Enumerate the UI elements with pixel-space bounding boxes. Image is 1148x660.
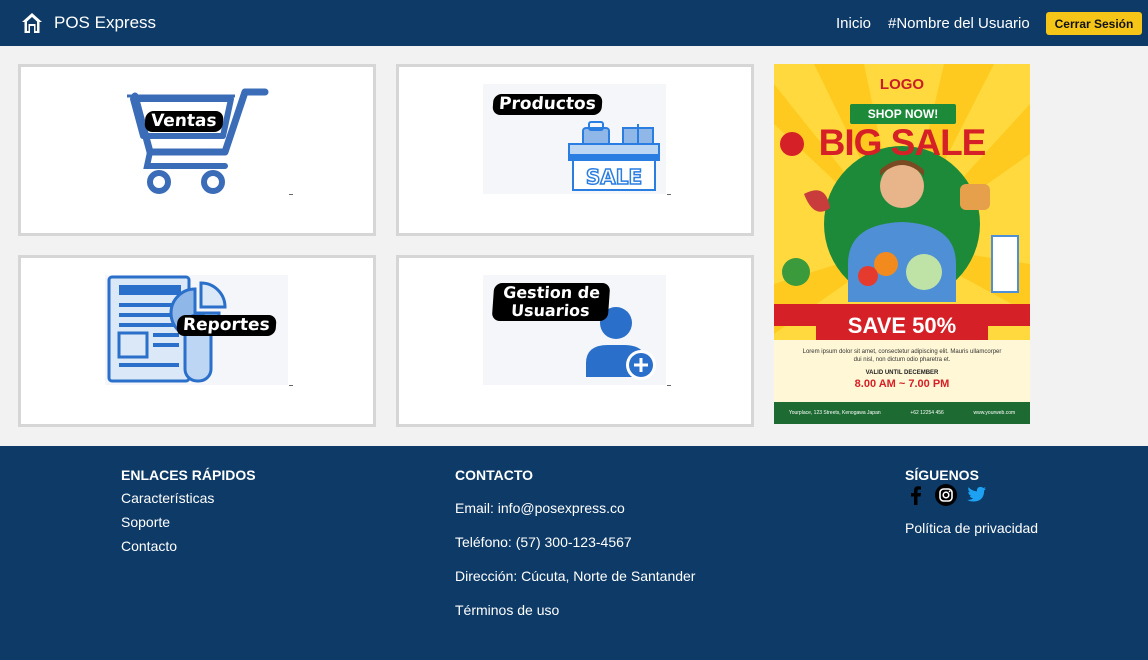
sale-advertisement[interactable]: LOGO SHOP NOW! BIG SALE SAVE 50% Lorem i…: [774, 64, 1030, 424]
ad-description: Lorem ipsum dolor sit amet, consectetur …: [802, 349, 1002, 363]
footer: ENLACES RÁPIDOS Características Soporte …: [0, 446, 1148, 660]
footer-link-soporte[interactable]: Soporte: [121, 514, 170, 530]
contact-email: Email: info@posexpress.co: [455, 500, 625, 516]
facebook-icon[interactable]: [905, 484, 927, 506]
card-ventas-label: Ventas: [144, 111, 224, 132]
card-productos[interactable]: SALE Productos: [396, 64, 754, 236]
contact-address: Dirección: Cúcuta, Norte de Santander: [455, 568, 696, 584]
contact-phone: Teléfono: (57) 300-123-4567: [455, 534, 632, 550]
ad-discount: SAVE 50%: [816, 312, 988, 340]
ad-hours: 8.00 AM ~ 7.00 PM: [854, 378, 950, 390]
ventas-image: Ventas: [105, 84, 288, 194]
ad-footer: Yourplace, 123 Streets, Kenogawa Japan +…: [774, 402, 1030, 424]
brand-link[interactable]: POS Express: [20, 11, 156, 35]
ad-headline: BIG SALE: [818, 122, 987, 163]
ad-address: Yourplace, 123 Streets, Kenogawa Japan: [788, 410, 881, 416]
image-tick: [289, 194, 293, 195]
reportes-image: Reportes: [105, 275, 288, 385]
productos-image: SALE Productos: [483, 84, 666, 194]
twitter-icon[interactable]: [965, 484, 987, 506]
image-tick: [667, 194, 671, 195]
contact-heading: CONTACTO: [455, 467, 534, 483]
brand-name: POS Express: [54, 13, 157, 32]
social-links: [905, 484, 987, 506]
ad-shop-now: SHOP NOW!: [850, 104, 956, 124]
shopping-cart-icon: [127, 88, 269, 194]
ad-valid: VALID UNTIL DECEMBER: [865, 370, 939, 376]
home-icon: [22, 13, 42, 33]
card-reportes-label: Reportes: [176, 315, 277, 336]
footer-link-contacto[interactable]: Contacto: [121, 538, 177, 554]
card-ventas[interactable]: Ventas: [18, 64, 376, 236]
navbar: POS Express Inicio #Nombre del Usuario C…: [0, 0, 1148, 46]
footer-link-caracteristicas[interactable]: Características: [121, 490, 214, 506]
quick-links-heading: ENLACES RÁPIDOS: [121, 467, 256, 483]
svg-text:SALE: SALE: [586, 165, 642, 189]
usuarios-image: Gestion de Usuarios: [483, 275, 666, 385]
ad-logo: LOGO: [879, 76, 925, 93]
image-tick: [289, 385, 293, 386]
card-reportes[interactable]: Reportes: [18, 255, 376, 427]
ad-web: www.yourweb.com: [973, 410, 1016, 416]
privacy-policy-link[interactable]: Política de privacidad: [905, 520, 1038, 536]
instagram-icon[interactable]: [935, 484, 957, 506]
image-tick: [667, 385, 671, 386]
card-usuarios-label: Gestion de Usuarios: [491, 283, 611, 321]
card-productos-label: Productos: [492, 94, 603, 115]
nav-link-username[interactable]: #Nombre del Usuario: [888, 15, 1030, 32]
terms-link[interactable]: Términos de uso: [455, 602, 559, 618]
card-usuarios[interactable]: Gestion de Usuarios: [396, 255, 754, 427]
logout-button[interactable]: Cerrar Sesión: [1046, 12, 1142, 35]
nav-link-inicio[interactable]: Inicio: [836, 15, 871, 32]
follow-heading: SÍGUENOS: [905, 467, 979, 483]
ad-phone: +62 12254 456: [910, 410, 944, 416]
